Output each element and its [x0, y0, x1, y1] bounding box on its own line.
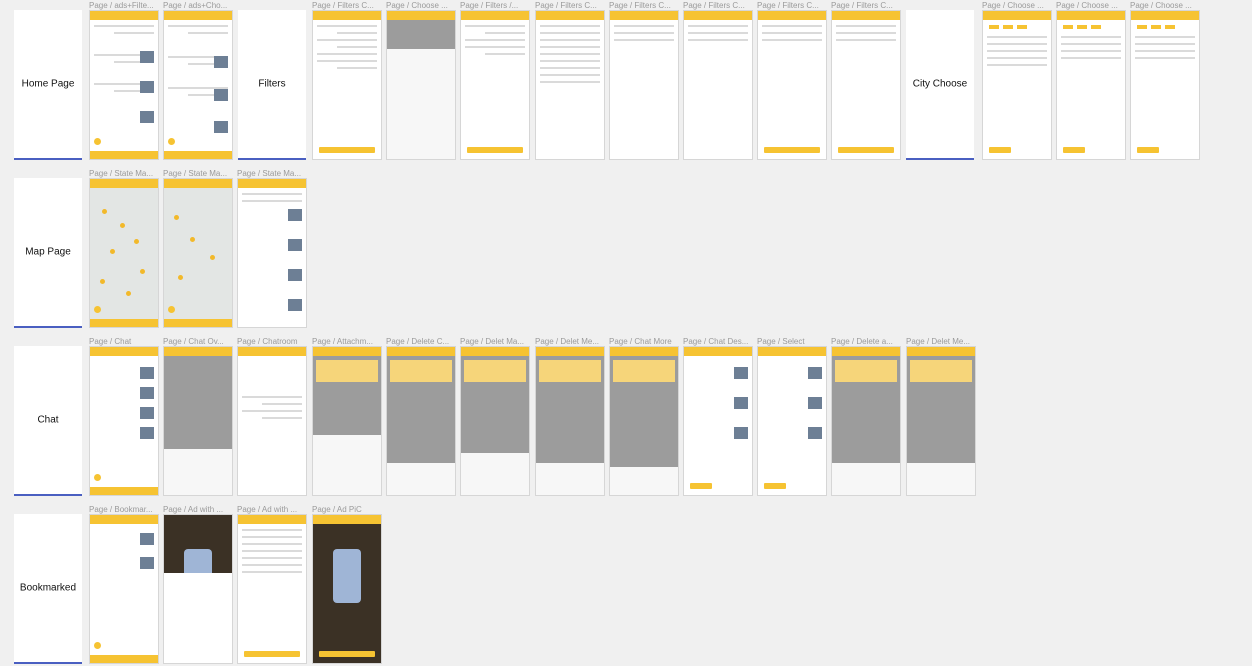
frame-ad-with-2[interactable]	[237, 514, 307, 664]
frame-filters-c6[interactable]	[831, 10, 901, 160]
frame-label: Page / Chat Des...	[683, 337, 749, 346]
frame-label: Page / Ad with ...	[237, 505, 298, 514]
frame-label: Page / Filters C...	[535, 1, 597, 10]
frame-label: Page / Ad with ...	[163, 505, 224, 514]
section-map-page[interactable]: Map Page	[14, 178, 82, 328]
frame-label: Page / State Ma...	[89, 169, 154, 178]
section-home-page[interactable]: Home Page	[14, 10, 82, 160]
frame-label: Page / Delet Me...	[535, 337, 600, 346]
section-label: Map Page	[25, 246, 71, 258]
frame-label: Page / State Ma...	[163, 169, 228, 178]
frame-label: Page / Select	[757, 337, 805, 346]
section-city-choose[interactable]: City Choose	[906, 10, 974, 160]
frame-chat-overlay[interactable]	[163, 346, 233, 496]
section-label: Home Page	[21, 78, 75, 90]
frame-filters-c5[interactable]	[757, 10, 827, 160]
frame-label: Page / Filters C...	[757, 1, 819, 10]
frame-select[interactable]	[757, 346, 827, 496]
frame-label: Page / Delete C...	[386, 337, 450, 346]
frame-chat-more[interactable]	[609, 346, 679, 496]
section-bookmarked[interactable]: Bookmarked	[14, 514, 82, 664]
frame-label: Page / Filters C...	[609, 1, 671, 10]
section-label: Bookmarked	[19, 582, 77, 594]
frame-label: Page / Filters C...	[683, 1, 745, 10]
frame-state-map-1[interactable]	[89, 178, 159, 328]
section-chat[interactable]: Chat	[14, 346, 82, 496]
frame-label: Page / Bookmar...	[89, 505, 153, 514]
frame-label: Page / Chatroom	[237, 337, 298, 346]
frame-filters-c2[interactable]	[535, 10, 605, 160]
frame-ad-pic[interactable]	[312, 514, 382, 664]
frame-delete-chat[interactable]	[386, 346, 456, 496]
frame-chatroom[interactable]	[237, 346, 307, 496]
frame-ads-filter[interactable]	[89, 10, 159, 160]
frame-label: Page / Chat Ov...	[163, 337, 224, 346]
frame-filters-c1[interactable]	[312, 10, 382, 160]
frame-label: Page / Ad PiC	[312, 505, 362, 514]
frame-label: Page / Chat	[89, 337, 132, 346]
frame-choose-1[interactable]	[386, 10, 456, 160]
frame-label: Page / Choose ...	[982, 1, 1044, 10]
frame-delete-me-1[interactable]	[535, 346, 605, 496]
frame-label: Page / ads+Filte...	[89, 1, 154, 10]
frame-delete-a[interactable]	[831, 346, 901, 496]
frame-label: Page / Filters C...	[831, 1, 893, 10]
frame-filters-2[interactable]	[460, 10, 530, 160]
frame-label: Page / State Ma...	[237, 169, 302, 178]
section-label: Chat	[37, 414, 59, 426]
frame-label: Page / Choose ...	[386, 1, 448, 10]
frame-bookmark[interactable]	[89, 514, 159, 664]
frame-label: Page / Filters /...	[460, 1, 519, 10]
frame-chat-des[interactable]	[683, 346, 753, 496]
frame-label: Page / ads+Cho...	[163, 1, 228, 10]
frame-label: Page / Delet Me...	[906, 337, 971, 346]
frame-choose-c3[interactable]	[1130, 10, 1200, 160]
frame-filters-c3[interactable]	[609, 10, 679, 160]
frame-attachment[interactable]	[312, 346, 382, 496]
section-filters[interactable]: Filters	[238, 10, 306, 160]
frame-filters-c4[interactable]	[683, 10, 753, 160]
section-label: City Choose	[912, 78, 968, 90]
frame-choose-c2[interactable]	[1056, 10, 1126, 160]
frame-state-map-2[interactable]	[163, 178, 233, 328]
frame-label: Page / Delet Ma...	[460, 337, 525, 346]
frame-delete-me-2[interactable]	[906, 346, 976, 496]
frame-label: Page / Chat More	[609, 337, 672, 346]
frame-label: Page / Choose ...	[1056, 1, 1118, 10]
frame-chat[interactable]	[89, 346, 159, 496]
frame-ads-choose[interactable]	[163, 10, 233, 160]
frame-label: Page / Delete a...	[831, 337, 893, 346]
frame-label: Page / Choose ...	[1130, 1, 1192, 10]
frame-label: Page / Attachm...	[312, 337, 373, 346]
section-label: Filters	[258, 78, 286, 90]
frame-delete-ma[interactable]	[460, 346, 530, 496]
frame-ad-with-1[interactable]	[163, 514, 233, 664]
frame-choose-c1[interactable]	[982, 10, 1052, 160]
frame-state-map-3[interactable]	[237, 178, 307, 328]
frame-label: Page / Filters C...	[312, 1, 374, 10]
